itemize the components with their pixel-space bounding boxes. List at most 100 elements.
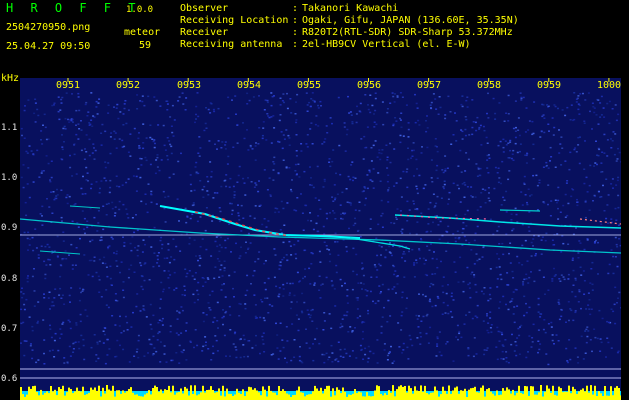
noise-speck <box>226 237 229 240</box>
noise-speck <box>483 353 486 356</box>
noise-speck <box>243 338 246 341</box>
noise-speck <box>515 126 517 129</box>
noise-speck <box>216 320 219 322</box>
noise-speck <box>104 161 107 163</box>
noise-speck <box>593 165 596 167</box>
noise-speck <box>23 303 26 306</box>
noise-speck <box>568 319 570 322</box>
noise-speck <box>463 323 466 325</box>
signal-column <box>170 392 172 400</box>
noise-speck <box>425 231 428 233</box>
noise-speck <box>393 360 396 362</box>
noise-speck <box>441 169 444 171</box>
noise-speck <box>437 224 440 226</box>
noise-speck <box>251 347 254 349</box>
noise-speck <box>501 242 504 245</box>
signal-column <box>596 396 598 400</box>
signal-column <box>244 396 246 400</box>
noise-speck <box>318 342 321 345</box>
signal-column <box>372 396 374 400</box>
noise-speck <box>147 95 150 98</box>
noise-speck <box>364 353 367 356</box>
noise-speck <box>119 315 121 318</box>
noise-speck <box>44 245 47 248</box>
noise-speck <box>511 333 513 336</box>
noise-speck <box>351 330 354 332</box>
noise-speck <box>131 236 134 238</box>
noise-speck <box>202 312 205 314</box>
noise-speck <box>266 99 269 102</box>
noise-speck <box>170 359 173 362</box>
noise-speck <box>468 311 471 313</box>
noise-speck <box>486 142 489 144</box>
noise-speck <box>436 195 439 198</box>
noise-speck <box>488 157 491 159</box>
signal-column <box>610 386 612 400</box>
signal-column <box>64 395 66 400</box>
noise-speck <box>64 128 67 130</box>
signal-column <box>604 386 606 400</box>
noise-speck <box>567 273 570 276</box>
noise-speck <box>75 133 78 136</box>
noise-speck <box>159 298 162 300</box>
noise-speck <box>612 310 615 313</box>
noise-speck <box>465 118 468 121</box>
noise-speck <box>218 250 221 253</box>
noise-speck <box>265 226 268 228</box>
noise-speck <box>519 150 521 153</box>
noise-speck <box>550 326 553 328</box>
noise-speck <box>462 280 465 283</box>
noise-speck <box>599 102 602 104</box>
noise-speck <box>333 184 336 186</box>
noise-speck <box>443 183 446 186</box>
signal-column <box>26 394 28 400</box>
noise-speck <box>23 308 26 311</box>
noise-speck <box>228 223 230 225</box>
noise-speck <box>314 123 317 126</box>
noise-speck <box>497 167 500 169</box>
signal-column <box>342 387 344 400</box>
noise-speck <box>473 239 476 242</box>
noise-speck <box>49 180 52 183</box>
freq-label: 0.8 <box>1 274 18 284</box>
noise-speck <box>379 292 382 295</box>
signal-column <box>262 386 264 400</box>
noise-speck <box>78 128 81 130</box>
noise-speck <box>132 175 135 177</box>
noise-speck <box>185 221 188 224</box>
noise-speck <box>162 288 165 291</box>
noise-speck <box>587 92 590 94</box>
noise-speck <box>300 310 303 313</box>
noise-speck <box>57 349 60 352</box>
noise-speck <box>614 207 617 210</box>
signal-column <box>474 386 476 400</box>
noise-speck <box>577 108 580 111</box>
noise-speck <box>591 350 593 353</box>
signal-column <box>280 391 282 400</box>
noise-speck <box>426 115 428 117</box>
noise-speck <box>232 287 234 290</box>
noise-speck <box>185 330 187 332</box>
noise-speck <box>474 121 477 124</box>
noise-speck <box>537 303 540 306</box>
noise-speck <box>465 152 468 154</box>
signal-column <box>278 386 280 400</box>
noise-speck <box>109 179 112 182</box>
noise-speck <box>232 185 235 188</box>
noise-speck <box>207 180 210 183</box>
noise-speck <box>612 131 615 133</box>
noise-speck <box>584 99 587 101</box>
noise-speck <box>65 92 68 94</box>
noise-speck <box>104 362 107 365</box>
noise-speck <box>62 257 65 260</box>
noise-speck <box>432 193 435 195</box>
noise-speck <box>340 217 342 220</box>
noise-speck <box>93 334 96 336</box>
noise-speck <box>504 339 507 341</box>
noise-speck <box>521 244 524 247</box>
noise-speck <box>135 351 138 353</box>
noise-speck <box>415 102 418 105</box>
noise-speck <box>566 106 569 109</box>
noise-speck <box>364 204 367 206</box>
noise-speck <box>540 130 543 132</box>
